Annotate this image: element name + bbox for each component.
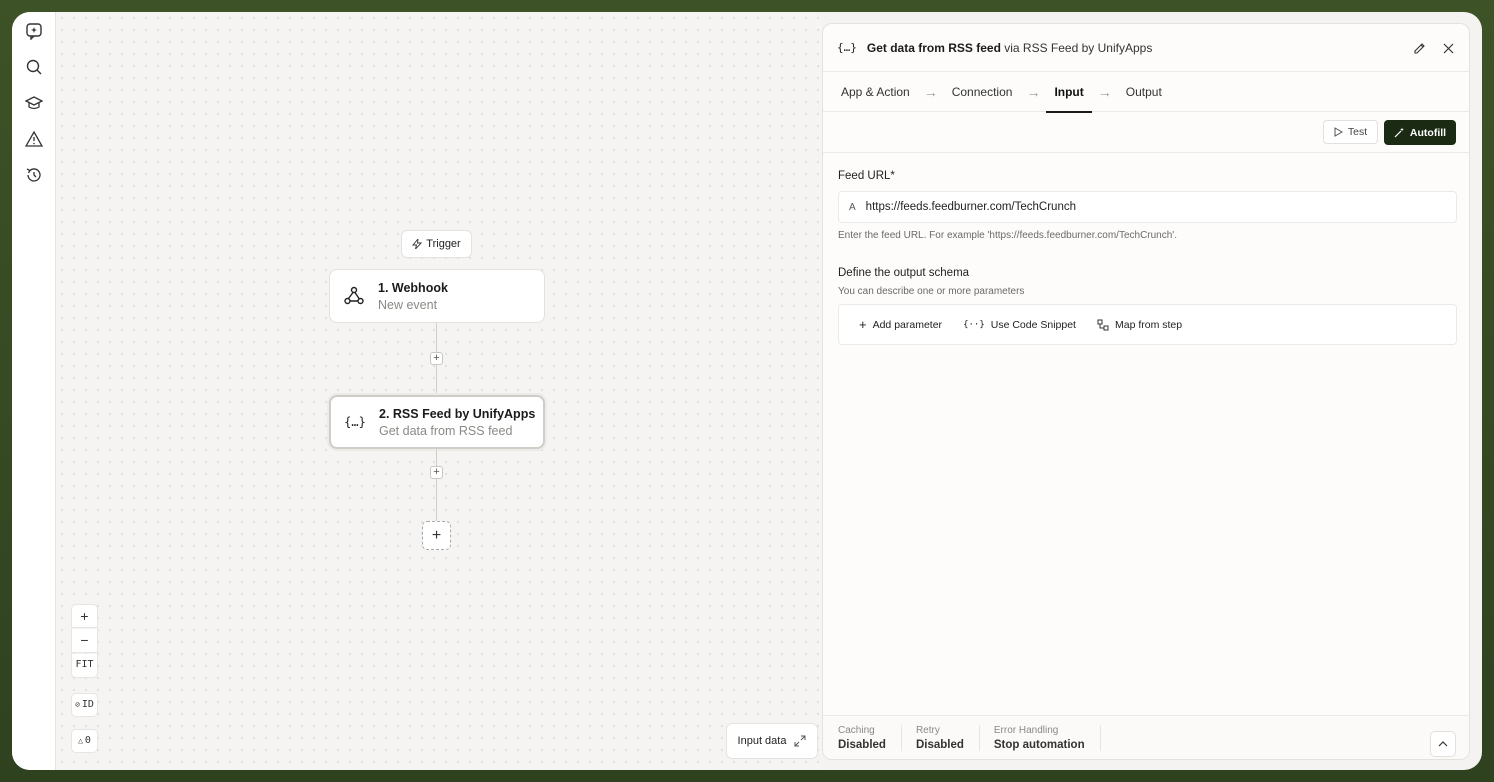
- error-handling-label: Error Handling: [993, 724, 1059, 736]
- history-icon[interactable]: [24, 165, 44, 185]
- caching-label: Caching: [838, 724, 875, 736]
- error-handling-setting[interactable]: Error Handling Stop automation: [993, 724, 1101, 751]
- feed-url-input[interactable]: A https://feeds.feedburner.com/TechCrunc…: [838, 191, 1457, 223]
- edit-icon[interactable]: [1411, 40, 1427, 56]
- panel-footer: Caching Disabled Retry Disabled Error Ha…: [823, 715, 1469, 759]
- error-handling-value: Stop automation: [993, 738, 1085, 751]
- node-subtitle: New event: [378, 297, 438, 312]
- zoom-in-button[interactable]: +: [71, 604, 98, 628]
- learn-icon[interactable]: [24, 93, 44, 113]
- node-title: 2. RSS Feed by UnifyApps: [379, 406, 536, 421]
- play-icon: [1334, 127, 1343, 137]
- panel-title-app: RSS Feed by UnifyApps: [1022, 40, 1153, 55]
- alert-icon[interactable]: [24, 129, 44, 149]
- schema-hint: You can describe one or more parameters: [838, 286, 1025, 297]
- panel-header: {…} Get data from RSS feed via RSS Feed …: [823, 24, 1469, 72]
- webhook-node[interactable]: 1. Webhook New event: [329, 269, 545, 323]
- retry-label: Retry: [915, 724, 940, 736]
- feed-url-value: https://feeds.feedburner.com/TechCrunch: [865, 201, 1076, 213]
- add-final-step-button[interactable]: +: [422, 521, 451, 550]
- connector-line: [436, 449, 437, 521]
- test-button[interactable]: Test: [1323, 120, 1378, 144]
- retry-value: Disabled: [915, 738, 964, 751]
- input-data-button[interactable]: Input data: [726, 723, 818, 759]
- add-step-button[interactable]: +: [430, 466, 443, 479]
- step-tabs: App & Action → Connection → Input → Outp…: [823, 72, 1469, 113]
- warnings-button[interactable]: △ 0: [71, 729, 98, 753]
- close-icon[interactable]: [1440, 40, 1456, 56]
- use-code-snippet-label: Use Code Snippet: [990, 318, 1076, 331]
- workflow-canvas[interactable]: Trigger 1. Webhook New event + {…} 2. RS…: [56, 12, 822, 770]
- schema-actions: + Add parameter {··} Use Code Snippet Ma…: [838, 304, 1457, 345]
- code-braces-icon: {··}: [963, 319, 985, 330]
- arrow-right-icon: →: [1097, 83, 1112, 100]
- text-type-icon: A: [849, 201, 856, 213]
- rss-feed-node[interactable]: {…} 2. RSS Feed by UnifyApps Get data fr…: [329, 395, 545, 449]
- test-label: Test: [1347, 126, 1368, 138]
- warnings-count: 0: [84, 735, 91, 746]
- assistant-icon[interactable]: [24, 21, 44, 41]
- code-braces-icon: {…}: [344, 415, 366, 429]
- trigger-label: Trigger: [426, 238, 461, 250]
- eye-off-icon: ⊘: [75, 700, 80, 709]
- caching-value: Disabled: [838, 738, 886, 751]
- chevron-up-icon: [1438, 741, 1448, 747]
- use-code-snippet-button[interactable]: {··} Use Code Snippet: [963, 319, 1076, 331]
- feed-url-label: Feed URL*: [838, 170, 895, 182]
- input-data-label: Input data: [737, 735, 787, 747]
- node-subtitle: Get data from RSS feed: [379, 423, 513, 438]
- schema-title: Define the output schema: [838, 267, 970, 279]
- panel-actions: Test Autofill: [823, 112, 1469, 153]
- trigger-chip[interactable]: Trigger: [401, 230, 472, 258]
- autofill-label: Autofill: [1409, 126, 1447, 139]
- map-from-step-button[interactable]: Map from step: [1097, 319, 1182, 331]
- panel-title-action: Get data from RSS feed: [866, 40, 1001, 55]
- retry-setting[interactable]: Retry Disabled: [915, 724, 980, 751]
- expand-icon: [794, 735, 806, 747]
- lightning-icon: [412, 239, 423, 249]
- add-parameter-label: Add parameter: [872, 318, 943, 331]
- autofill-button[interactable]: Autofill: [1384, 120, 1456, 145]
- map-from-step-label: Map from step: [1114, 318, 1183, 331]
- expand-footer-button[interactable]: [1430, 731, 1456, 757]
- id-label: ID: [81, 699, 94, 710]
- tab-output[interactable]: Output: [1126, 72, 1162, 112]
- step-config-panel: {…} Get data from RSS feed via RSS Feed …: [822, 23, 1470, 760]
- panel-title: Get data from RSS feed via RSS Feed by U…: [867, 41, 1152, 55]
- add-step-button[interactable]: +: [430, 352, 443, 365]
- code-braces-icon: {…}: [837, 41, 857, 54]
- feed-url-hint: Enter the feed URL. For example 'https:/…: [838, 230, 1177, 241]
- node-title: 1. Webhook: [378, 280, 448, 295]
- add-parameter-button[interactable]: + Add parameter: [859, 317, 942, 332]
- caching-setting[interactable]: Caching Disabled: [838, 724, 902, 751]
- warning-icon: △: [78, 736, 83, 745]
- tab-input[interactable]: Input: [1046, 72, 1093, 113]
- panel-title-via: via: [1000, 40, 1023, 55]
- magic-wand-icon: [1394, 127, 1404, 138]
- app-frame: Trigger 1. Webhook New event + {…} 2. RS…: [12, 12, 1482, 770]
- arrow-right-icon: →: [923, 83, 938, 100]
- arrow-right-icon: →: [1026, 83, 1041, 100]
- map-icon: [1097, 319, 1109, 330]
- tab-app-action[interactable]: App & Action: [841, 72, 910, 112]
- left-nav: [12, 12, 56, 770]
- webhook-icon: [342, 284, 366, 308]
- plus-icon: +: [859, 317, 867, 332]
- toggle-id-button[interactable]: ⊘ ID: [71, 693, 98, 717]
- tab-connection[interactable]: Connection: [952, 72, 1013, 112]
- fit-view-button[interactable]: FIT: [71, 654, 98, 678]
- zoom-out-button[interactable]: −: [71, 629, 98, 653]
- search-icon[interactable]: [24, 57, 44, 77]
